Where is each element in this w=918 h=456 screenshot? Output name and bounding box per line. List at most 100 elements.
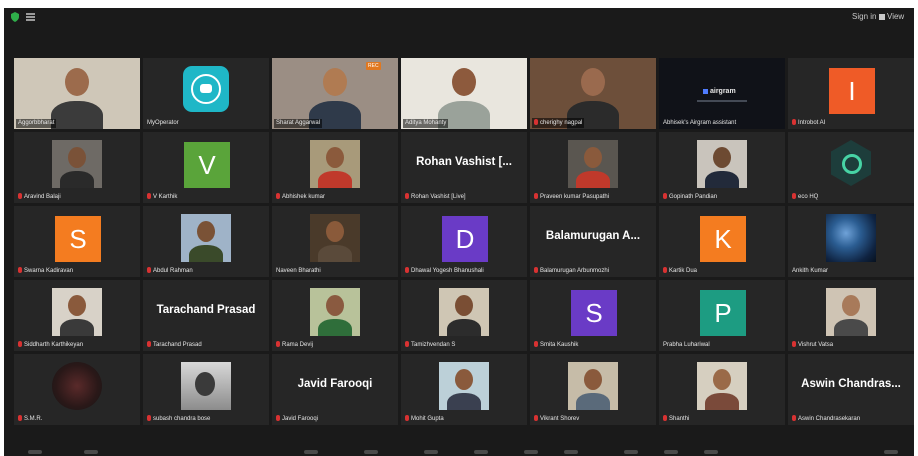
participant-tile[interactable]: S Swarna Kadiravan	[14, 206, 140, 277]
participant-video	[181, 214, 231, 262]
mic-muted-icon	[405, 267, 409, 273]
participant-tile[interactable]: Naveen Bharathi	[272, 206, 398, 277]
participant-name: Vishrut Vatsa	[790, 340, 835, 350]
sign-in-link[interactable]: Sign in	[852, 12, 876, 21]
participant-tile[interactable]: Tarachand Prasad Tarachand Prasad	[143, 280, 269, 351]
participant-tile[interactable]: Aditya Mohanty	[401, 58, 527, 129]
participant-tile[interactable]: MyOperator	[143, 58, 269, 129]
mic-muted-icon	[147, 415, 151, 421]
participant-name-text: Aswin Chandrasekaran	[798, 416, 861, 422]
participant-tile[interactable]: Aswin Chandras... Aswin Chandrasekaran	[788, 354, 914, 425]
participant-tile[interactable]: Vishrut Vatsa	[788, 280, 914, 351]
participant-name: Praveen kumar Pasupathi	[532, 192, 611, 202]
participant-tile[interactable]: S.M.R.	[14, 354, 140, 425]
participant-name: Rohan Vashist [Live]	[403, 192, 468, 202]
mic-muted-icon	[663, 193, 667, 199]
participant-display-name: Balamurugan A...	[545, 230, 641, 242]
toolbar-button-edge[interactable]	[884, 450, 898, 454]
participant-name-text: Dhawal Yogesh Bhanushali	[411, 268, 484, 274]
toolbar-button-edge[interactable]	[624, 450, 638, 454]
participant-tile[interactable]: Tamizhvendan S	[401, 280, 527, 351]
toolbar-button-edge[interactable]	[28, 450, 42, 454]
participant-name: Aswin Chandrasekaran	[790, 414, 862, 424]
participant-tile[interactable]: Rohan Vashist [... Rohan Vashist [Live]	[401, 132, 527, 203]
participant-name-text: Introbot AI	[798, 120, 826, 126]
toolbar-button-edge[interactable]	[304, 450, 318, 454]
toolbar-button-edge[interactable]	[524, 450, 538, 454]
mic-muted-icon	[534, 119, 538, 125]
participant-tile[interactable]: D Dhawal Yogesh Bhanushali	[401, 206, 527, 277]
participant-video	[310, 288, 360, 336]
avatar: S	[55, 216, 101, 262]
participant-tile[interactable]: Aravind Balaji	[14, 132, 140, 203]
participant-tile[interactable]: Rama Devij	[272, 280, 398, 351]
participant-name-text: Smita Kaushik	[540, 342, 579, 348]
participant-name: eco HQ	[790, 192, 820, 202]
airgram-logo: airgram	[703, 88, 736, 95]
participant-tile[interactable]: Balamurugan A... Balamurugan Arbunmozhi	[530, 206, 656, 277]
participant-name: MyOperator	[145, 119, 181, 128]
participant-name-text: Vikrant Shorev	[540, 416, 580, 422]
participant-tile[interactable]: Aggorbbharat	[14, 58, 140, 129]
participant-tile[interactable]: subash chandra bose	[143, 354, 269, 425]
participant-name-text: Javid Farooqi	[282, 416, 319, 422]
mic-muted-icon	[792, 119, 796, 125]
hexagon-logo-icon	[831, 140, 871, 186]
mic-muted-icon	[534, 193, 538, 199]
participant-name: Introbot AI	[790, 118, 827, 128]
toolbar-button-edge[interactable]	[664, 450, 678, 454]
participant-name-text: cherighy nagpal	[540, 120, 583, 126]
participant-tile[interactable]: REC Sharat Aggarwal	[272, 58, 398, 129]
participant-tile[interactable]: eco HQ	[788, 132, 914, 203]
view-label: View	[887, 12, 905, 21]
mic-muted-icon	[663, 267, 667, 273]
participant-tile[interactable]: V V Karthik	[143, 132, 269, 203]
participant-video	[826, 288, 876, 336]
participant-name: V Karthik	[145, 192, 179, 202]
participant-tile[interactable]: airgram Abhisek's Airgram assistant	[659, 58, 785, 129]
participant-name: Smita Kaushik	[532, 340, 580, 350]
participant-tile[interactable]: I Introbot AI	[788, 58, 914, 129]
toolbar-button-edge[interactable]	[424, 450, 438, 454]
menu-icon[interactable]	[26, 13, 35, 21]
toolbar-button-edge[interactable]	[84, 450, 98, 454]
toolbar-button-edge[interactable]	[474, 450, 488, 454]
toolbar-button-edge[interactable]	[364, 450, 378, 454]
participant-name-text: Abhishek kumar	[282, 194, 326, 200]
participant-tile[interactable]: Vikrant Shorev	[530, 354, 656, 425]
participant-name-text: eco HQ	[798, 194, 819, 200]
participant-tile[interactable]: Abdul Rahman	[143, 206, 269, 277]
participant-name-text: S.M.R.	[24, 416, 43, 422]
participant-name-text: Aravind Balaji	[24, 194, 61, 200]
toolbar-button-edge[interactable]	[704, 450, 718, 454]
participant-tile[interactable]: Gopinath Pandian	[659, 132, 785, 203]
avatar: S	[571, 290, 617, 336]
participant-tile[interactable]: Praveen kumar Pasupathi	[530, 132, 656, 203]
mic-muted-icon	[534, 341, 538, 347]
participant-name: Kartik Dua	[661, 266, 699, 276]
participant-name: Tamizhvendan S	[403, 340, 457, 350]
participant-tile[interactable]: Shanthi	[659, 354, 785, 425]
participant-tile[interactable]: Javid Farooqi Javid Farooqi	[272, 354, 398, 425]
mic-muted-icon	[276, 341, 280, 347]
participant-name-text: V Karthik	[153, 194, 178, 200]
participant-tile[interactable]: S Smita Kaushik	[530, 280, 656, 351]
shield-icon[interactable]	[10, 12, 20, 22]
participant-tile[interactable]: Siddharth Karthikeyan	[14, 280, 140, 351]
participant-video	[52, 288, 102, 336]
participant-tile[interactable]: K Kartik Dua	[659, 206, 785, 277]
participant-video	[697, 140, 747, 188]
mic-muted-icon	[792, 415, 796, 421]
participant-name-text: Tamizhvendan S	[411, 342, 456, 348]
participant-tile[interactable]: cherighy nagpal	[530, 58, 656, 129]
view-button[interactable]: View	[879, 12, 904, 21]
participant-video	[310, 140, 360, 188]
participant-name-text: Aditya Mohanty	[405, 120, 447, 126]
participant-tile[interactable]: Mohit Gupta	[401, 354, 527, 425]
participant-tile[interactable]: Ankith Kumar	[788, 206, 914, 277]
participant-name: Mohit Gupta	[403, 414, 446, 424]
participant-grid: Aggorbbharat MyOperator REC Sharat Aggarwa…	[14, 58, 914, 425]
toolbar-button-edge[interactable]	[564, 450, 578, 454]
participant-tile[interactable]: P Prabha Luhariwal	[659, 280, 785, 351]
participant-tile[interactable]: Abhishek kumar	[272, 132, 398, 203]
